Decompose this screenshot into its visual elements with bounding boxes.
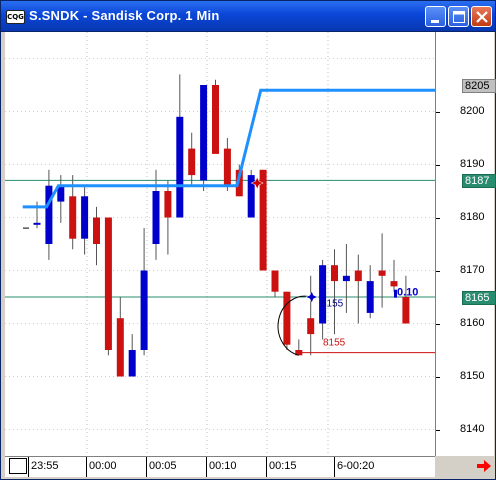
candle-body	[390, 281, 398, 287]
maximize-icon	[453, 11, 465, 23]
swing-arc	[277, 295, 311, 356]
close-button[interactable]	[471, 6, 492, 27]
candle-body	[164, 191, 172, 218]
price-tick-mark	[436, 164, 440, 166]
price-tick-mark	[436, 217, 440, 219]
candle-body	[354, 270, 362, 282]
candle-body	[307, 318, 315, 335]
candlestick-chart: 8155 8155 0.10	[5, 32, 435, 456]
window: CQG S.SNDK - Sandisk Corp. 1 Min 8155 815…	[0, 0, 496, 480]
price-tick-label: 8200	[460, 104, 485, 117]
price-tick-label: 8170	[460, 263, 485, 276]
title-bar[interactable]: CQG S.SNDK - Sandisk Corp. 1 Min	[1, 1, 495, 32]
candle-body	[81, 196, 89, 239]
price-tick-label: 8150	[460, 369, 485, 382]
candle-body	[342, 275, 350, 282]
candle-body	[259, 169, 267, 271]
time-tick-mark	[206, 457, 207, 477]
candle-body	[271, 270, 279, 292]
candle-body	[212, 85, 219, 154]
candle-body	[152, 191, 160, 244]
price-tick-label: 8160	[460, 316, 485, 329]
time-tick-mark	[334, 457, 335, 477]
price-tick-mark	[436, 270, 440, 272]
candle-body	[104, 217, 112, 350]
candle-body	[69, 196, 77, 239]
candle-body	[200, 85, 208, 181]
price-tick-label: 8180	[460, 210, 485, 223]
close-icon	[476, 11, 488, 23]
corner-box[interactable]	[9, 458, 27, 474]
candle-body	[223, 148, 231, 186]
time-tick-label: 6-00:20	[337, 460, 375, 472]
current-value-marker	[394, 289, 397, 298]
candle-body	[128, 350, 136, 377]
time-tick-mark	[28, 457, 29, 477]
candle-body	[188, 148, 196, 176]
price-tick-mark	[436, 323, 440, 325]
time-tick-label: 00:05	[149, 460, 177, 472]
time-tick-mark	[266, 457, 267, 477]
minimize-icon	[431, 20, 439, 23]
candle-body	[45, 185, 53, 244]
window-title: S.SNDK - Sandisk Corp. 1 Min	[29, 8, 220, 23]
minimize-button[interactable]	[425, 6, 446, 27]
price-level-badge: 8187	[462, 174, 496, 189]
time-tick-mark	[86, 457, 87, 477]
candle-body	[319, 265, 327, 324]
candle-body	[176, 116, 184, 218]
blue-star-marker	[305, 290, 319, 304]
candle-body	[140, 270, 148, 350]
time-axis[interactable]: 23:55 00:00 00:05 00:10 00:15 6-00:20	[5, 456, 435, 477]
candle-body	[33, 222, 41, 225]
price-level-badge: 8205	[462, 79, 496, 93]
chart-plot-area[interactable]: 8155 8155 0.10	[5, 32, 435, 456]
candle-body	[331, 265, 338, 282]
candle-body	[402, 297, 410, 324]
price-tick-label: 8190	[460, 157, 485, 170]
time-tick-label: 00:10	[209, 460, 237, 472]
price-tick-mark	[436, 376, 440, 378]
time-tick-label: 00:15	[269, 460, 297, 472]
time-tick-mark	[146, 457, 147, 477]
time-tick-label: 23:55	[31, 460, 59, 472]
price-axis[interactable]: 8200 8190 8180 8170 8160 8150 8140 8205 8187 8165	[435, 32, 496, 456]
candle-body	[378, 270, 386, 276]
red-level-label: 8155	[323, 338, 346, 349]
cqg-app-icon[interactable]: CQG	[6, 10, 25, 24]
price-tick-mark	[436, 111, 440, 113]
candle-body	[247, 175, 255, 218]
scroll-right-arrow-icon[interactable]	[475, 459, 493, 473]
candle-body	[366, 281, 374, 313]
candle-body	[283, 291, 291, 345]
maximize-button[interactable]	[448, 6, 469, 27]
candle-body	[93, 217, 100, 244]
candle-body	[116, 318, 124, 377]
blue-level-label: 8155	[321, 298, 344, 309]
current-value-label: 0.10	[397, 287, 418, 299]
price-tick-mark	[436, 429, 440, 431]
price-level-badge: 8165	[462, 291, 496, 305]
time-tick-label: 00:00	[89, 460, 117, 472]
price-tick-label: 8140	[460, 422, 485, 435]
